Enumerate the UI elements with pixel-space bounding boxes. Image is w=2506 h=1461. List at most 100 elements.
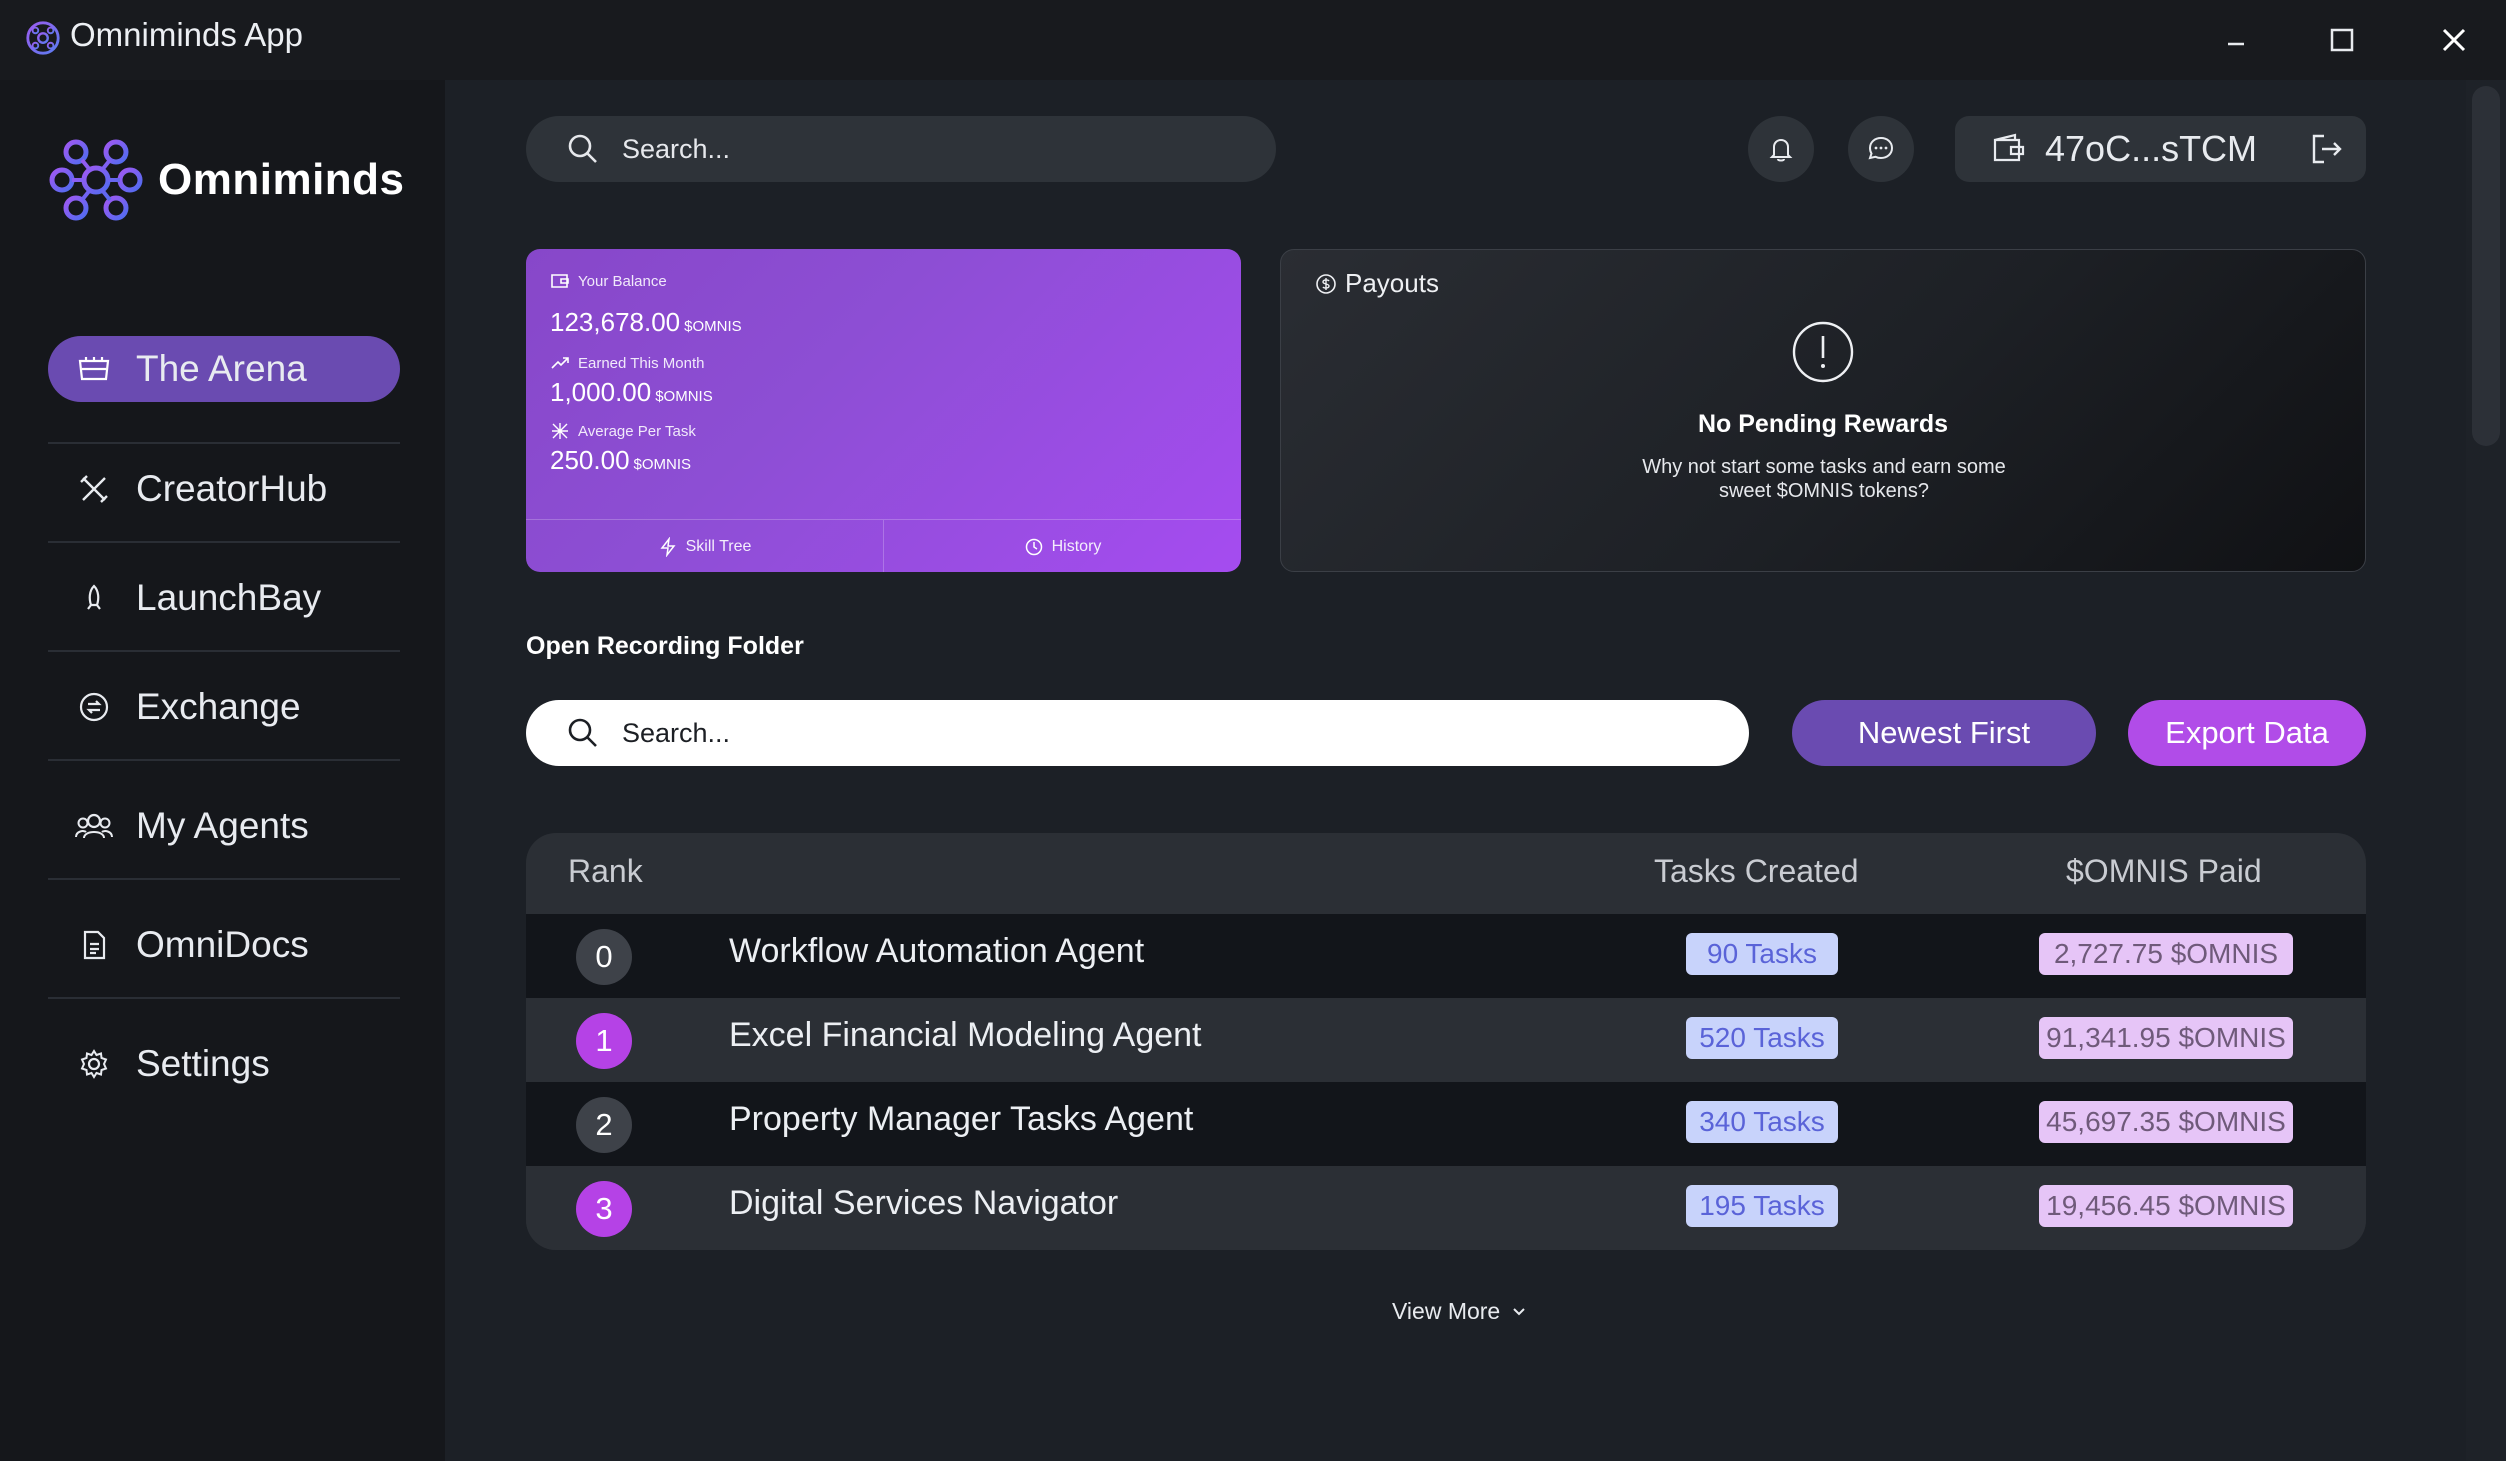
average-label: Average Per Task <box>578 422 696 440</box>
divider <box>48 541 400 543</box>
chat-icon <box>1868 136 1894 160</box>
balance-unit: $OMNIS <box>684 318 742 335</box>
balance-card: Your Balance 123,678.00 $OMNIS Earned Thi… <box>526 249 1241 572</box>
brand: Omniminds <box>46 130 405 230</box>
history-button[interactable]: History <box>883 520 1241 572</box>
rank-badge: 2 <box>576 1097 632 1153</box>
balance-actions: Skill Tree History <box>526 519 1241 572</box>
average-value: 250.00 $OMNIS <box>550 445 691 476</box>
sidebar-item-label: My Agents <box>136 805 309 846</box>
export-data-button[interactable]: Export Data <box>2128 700 2366 766</box>
sidebar-item-omnidocs[interactable]: OmniDocs <box>48 912 400 978</box>
search-input[interactable] <box>620 132 1224 166</box>
no-rewards-message: Why not start some tasks and earn some s… <box>1642 456 2006 502</box>
average-icon <box>552 423 568 439</box>
alert-icon <box>1792 321 1854 383</box>
agent-name: Workflow Automation Agent <box>729 932 1145 970</box>
no-rewards-heading: No Pending Rewards <box>1697 410 1949 438</box>
gear-icon <box>74 1044 114 1084</box>
users-icon <box>74 806 114 846</box>
agent-name: Digital Services Navigator <box>729 1184 1119 1222</box>
divider <box>48 997 400 999</box>
payouts-title-row: Payouts <box>1315 268 1439 299</box>
sidebar-item-label: LaunchBay <box>136 577 322 618</box>
chevron-down-icon <box>1513 1307 1525 1315</box>
table-row[interactable]: 0 Workflow Automation Agent 90 Tasks 2,7… <box>526 914 2366 998</box>
notifications-button[interactable] <box>1748 116 1814 182</box>
exchange-icon <box>74 687 114 727</box>
messages-button[interactable] <box>1848 116 1914 182</box>
dollar-circle-icon <box>1316 273 1336 294</box>
view-more-button[interactable]: View More <box>1392 1298 1528 1325</box>
divider <box>48 878 400 880</box>
sidebar-item-creatorhub[interactable]: CreatorHub <box>48 456 400 522</box>
payouts-card: Payouts No Pending Rewards Why not start… <box>1280 249 2366 572</box>
divider <box>48 759 400 761</box>
skill-tree-button[interactable]: Skill Tree <box>526 520 883 572</box>
header-tasks-created: Tasks Created <box>1654 853 1859 889</box>
tasks-badge: 90 Tasks <box>1686 933 1838 975</box>
wallet-icon <box>1993 133 2025 162</box>
recording-search[interactable] <box>526 700 1749 766</box>
section-title: Open Recording Folder <box>526 632 804 660</box>
header-search[interactable] <box>526 116 1276 182</box>
table-row[interactable]: 1 Excel Financial Modeling Agent 520 Tas… <box>526 998 2366 1082</box>
clock-icon <box>1025 538 1042 555</box>
rank-badge: 0 <box>576 929 632 985</box>
table-row[interactable]: 3 Digital Services Navigator 195 Tasks 1… <box>526 1166 2366 1250</box>
logout-icon[interactable] <box>2310 132 2344 166</box>
earned-amount: 1,000.00 <box>550 377 652 407</box>
arena-icon <box>74 349 114 389</box>
agent-name: Property Manager Tasks Agent <box>729 1100 1194 1138</box>
sidebar-item-my-agents[interactable]: My Agents <box>48 793 400 859</box>
header-omnis-paid: $OMNIS Paid <box>2066 853 2262 889</box>
sidebar-item-launchbay[interactable]: LaunchBay <box>48 565 400 631</box>
brand-name: Omniminds <box>158 155 405 204</box>
close-icon <box>2442 28 2466 52</box>
view-more-label: View More <box>1392 1298 1501 1324</box>
skill-tree-label: Skill Tree <box>685 537 752 555</box>
minimize-icon <box>2228 42 2244 46</box>
search-icon <box>568 718 597 747</box>
scrollbar-thumb[interactable] <box>2472 86 2500 446</box>
rank-badge: 3 <box>576 1181 632 1237</box>
average-row: Average Per Task <box>550 421 696 441</box>
earned-value: 1,000.00 $OMNIS <box>550 377 713 408</box>
balance-value: 123,678.00 $OMNIS <box>550 307 742 338</box>
average-amount: 250.00 <box>550 445 630 475</box>
document-icon <box>74 925 114 965</box>
tasks-badge: 195 Tasks <box>1686 1185 1838 1227</box>
app-logo-icon <box>26 21 60 55</box>
minimize-button[interactable] <box>2214 18 2258 62</box>
search-icon <box>568 134 597 163</box>
balance-title-row: Your Balance <box>550 271 667 291</box>
lightning-icon <box>660 536 676 557</box>
sidebar-item-the-arena[interactable]: The Arena <box>48 336 400 402</box>
paid-badge: 91,341.95 $OMNIS <box>2039 1017 2293 1059</box>
close-button[interactable] <box>2432 18 2476 62</box>
maximize-icon <box>2330 28 2354 52</box>
paid-badge: 2,727.75 $OMNIS <box>2039 933 2293 975</box>
divider <box>48 650 400 652</box>
divider <box>48 442 400 444</box>
sidebar-item-settings[interactable]: Settings <box>48 1031 400 1097</box>
wallet-panel[interactable]: 47oC...sTCM <box>1955 116 2366 182</box>
payouts-title: Payouts <box>1345 268 1439 298</box>
wallet-address: 47oC...sTCM <box>2045 128 2258 169</box>
wallet-icon <box>551 274 569 288</box>
sidebar-item-label: OmniDocs <box>136 924 309 965</box>
balance-title: Your Balance <box>578 272 667 290</box>
earned-label: Earned This Month <box>578 354 705 372</box>
maximize-button[interactable] <box>2320 18 2364 62</box>
sidebar-item-label: Settings <box>136 1043 270 1084</box>
sidebar-item-exchange[interactable]: Exchange <box>48 674 400 740</box>
recording-search-input[interactable] <box>620 716 1624 750</box>
trending-up-icon <box>551 357 569 369</box>
sidebar <box>0 80 445 1461</box>
brain-logo-icon <box>49 139 143 221</box>
sort-newest-button[interactable]: Newest First <box>1792 700 2096 766</box>
header-rank: Rank <box>568 853 643 889</box>
balance-amount: 123,678.00 <box>550 307 681 337</box>
table-row[interactable]: 2 Property Manager Tasks Agent 340 Tasks… <box>526 1082 2366 1166</box>
paid-badge: 19,456.45 $OMNIS <box>2039 1185 2293 1227</box>
